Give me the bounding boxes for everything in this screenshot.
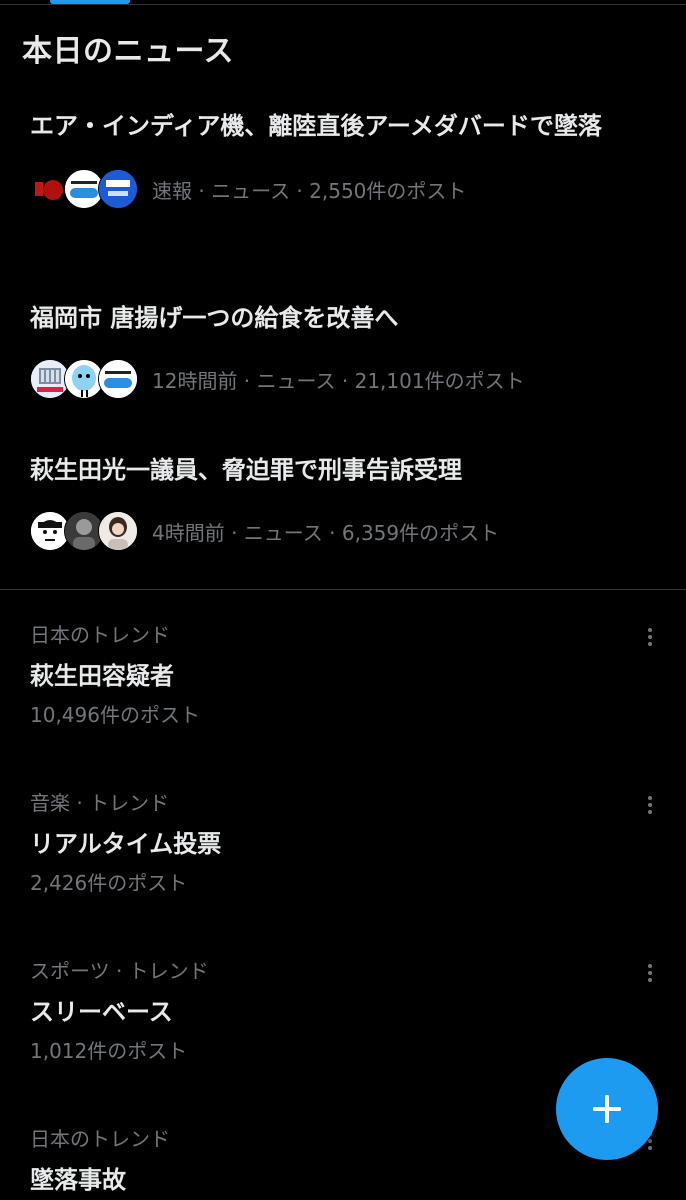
trend-name[interactable]: 墜落事故 bbox=[30, 1160, 650, 1200]
news-meta: 4時間前 · ニュース · 6,359件のポスト bbox=[30, 509, 660, 553]
nhk-news-logo-icon bbox=[98, 169, 138, 209]
plus-icon bbox=[593, 1095, 621, 1123]
news-meta-text: 12時間前 · ニュース · 21,101件のポスト bbox=[152, 368, 525, 393]
avatar-stack bbox=[30, 169, 140, 209]
avatar-stack bbox=[30, 359, 140, 399]
more-options-icon[interactable] bbox=[636, 623, 664, 651]
compose-post-button[interactable] bbox=[556, 1058, 658, 1160]
person-photo-icon bbox=[98, 511, 138, 551]
section-title: 本日のニュース bbox=[22, 34, 234, 69]
news-meta-text: 4時間前 · ニュース · 6,359件のポスト bbox=[152, 520, 500, 545]
more-options-icon[interactable] bbox=[636, 791, 664, 819]
trend-item[interactable]: 音楽 · トレンド リアルタイム投票 2,426件のポスト bbox=[30, 788, 650, 898]
avatar-stack bbox=[30, 511, 140, 551]
trend-post-count: 2,426件のポスト bbox=[30, 871, 188, 895]
news-headline[interactable]: エア・インディア機、離陸直後アーメダバードで墜落 bbox=[30, 108, 660, 145]
trend-category: スポーツ · トレンド bbox=[30, 959, 209, 983]
trend-category: 音楽 · トレンド bbox=[30, 791, 170, 815]
trend-item[interactable]: スポーツ · トレンド スリーベース 1,012件のポスト bbox=[30, 956, 650, 1066]
more-options-icon[interactable] bbox=[636, 959, 664, 987]
trend-category: 日本のトレンド bbox=[30, 623, 170, 647]
news-meta: 12時間前 · ニュース · 21,101件のポスト bbox=[30, 357, 660, 401]
trend-name[interactable]: 萩生田容疑者 bbox=[30, 656, 650, 696]
trend-item[interactable]: 日本のトレンド 墜落事故 bbox=[30, 1124, 650, 1200]
trend-item[interactable]: 日本のトレンド 萩生田容疑者 10,496件のポスト bbox=[30, 620, 650, 730]
top-divider bbox=[0, 4, 686, 5]
trend-post-count: 1,012件のポスト bbox=[30, 1039, 188, 1063]
news-item[interactable]: エア・インディア機、離陸直後アーメダバードで墜落 速報 · ニュース · 2,5… bbox=[30, 108, 660, 211]
news-logo-icon bbox=[98, 359, 138, 399]
news-meta-text: 速報 · ニュース · 2,550件のポスト bbox=[152, 178, 467, 203]
news-headline[interactable]: 萩生田光一議員、脅迫罪で刑事告訴受理 bbox=[30, 452, 660, 489]
trend-category: 日本のトレンド bbox=[30, 1127, 170, 1151]
news-item[interactable]: 萩生田光一議員、脅迫罪で刑事告訴受理 4時間前 · ニュース · 6,359件の… bbox=[30, 452, 660, 553]
news-item[interactable]: 福岡市 唐揚げ一つの給食を改善へ 12時間前 · ニュース · 21,101件の… bbox=[30, 300, 660, 401]
trend-name[interactable]: スリーベース bbox=[30, 992, 650, 1032]
news-headline[interactable]: 福岡市 唐揚げ一つの給食を改善へ bbox=[30, 300, 660, 337]
trend-post-count: 10,496件のポスト bbox=[30, 703, 200, 727]
section-divider bbox=[0, 589, 686, 590]
news-meta: 速報 · ニュース · 2,550件のポスト bbox=[30, 167, 660, 211]
trend-name[interactable]: リアルタイム投票 bbox=[30, 824, 650, 864]
